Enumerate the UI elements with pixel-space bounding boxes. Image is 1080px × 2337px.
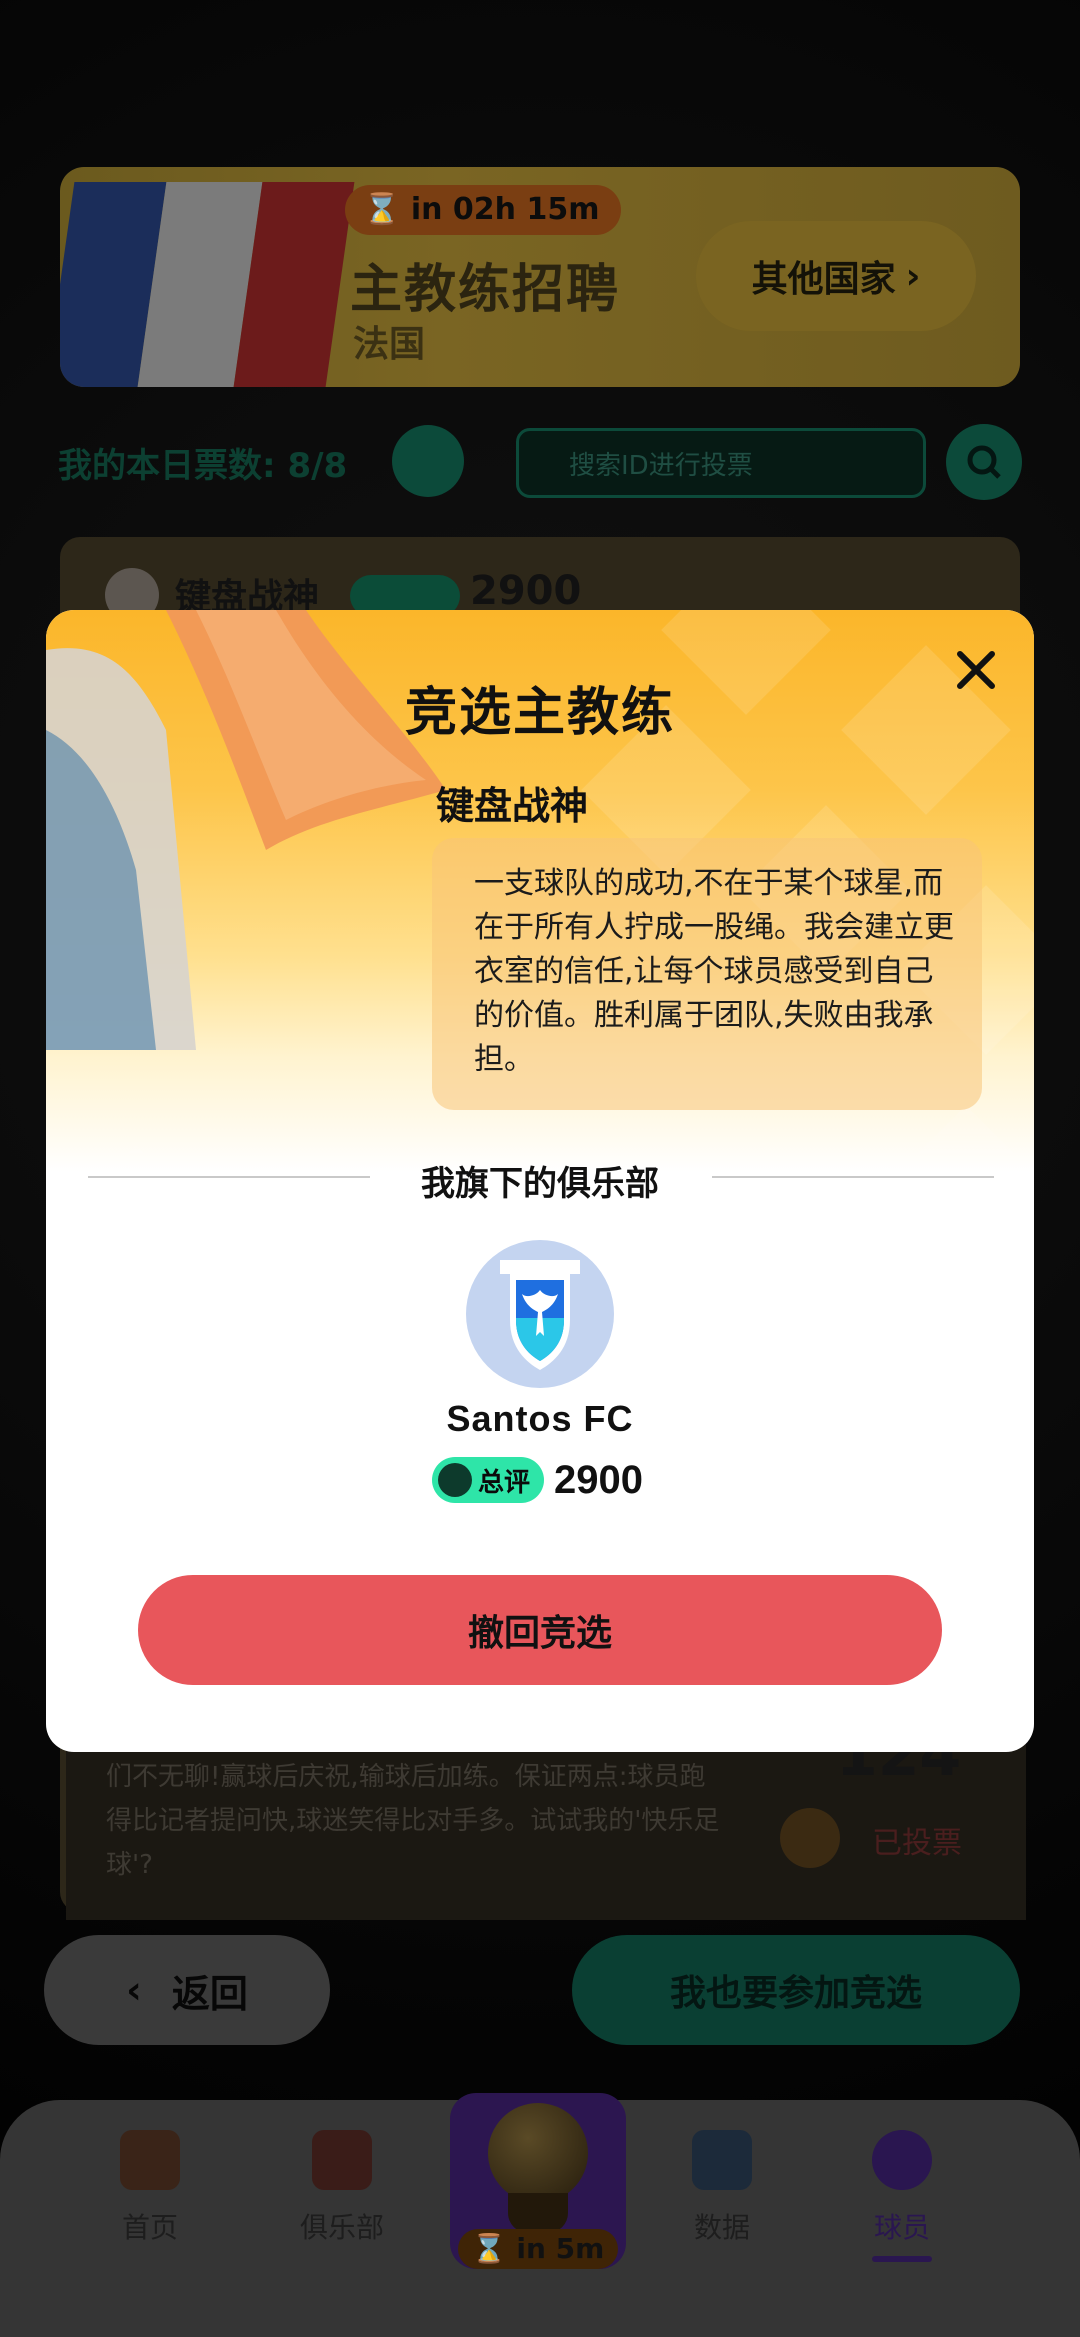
daily-votes-label: 我的本日票数: (58, 446, 276, 486)
club-badge (466, 1240, 614, 1388)
cup-icon (508, 2193, 568, 2233)
voted-icon (780, 1808, 840, 1868)
back-label: 返回 (171, 1971, 248, 2016)
manifesto-text: 一支球队的成功,不在于某个球星,而在于所有人拧成一股绳。我会建立更衣室的信任,让… (474, 866, 954, 1077)
tab-home-label: 首页 (121, 2211, 178, 2244)
tab-player[interactable]: 球员 (832, 2130, 972, 2262)
other-countries-label: 其他国家 (751, 259, 896, 300)
banner-country: 法国 (353, 324, 426, 365)
coach-name: 键盘战神 (436, 784, 589, 828)
club-rating: 总评 2900 (432, 1456, 643, 1504)
rating-label: 总评 (478, 1467, 531, 1498)
chevron-right-icon: › (905, 255, 921, 297)
daily-votes: 我的本日票数: 8/8 (58, 438, 347, 487)
withdraw-candidacy-button[interactable]: 撤回竞选 (138, 1575, 942, 1685)
countdown-text: in 02h 15m (410, 192, 600, 227)
tab-club[interactable]: 俱乐部 (272, 2130, 412, 2246)
countdown-pill: ⌛ in 02h 15m (345, 185, 622, 235)
coach-portrait (106, 805, 416, 1190)
candidate-score: 2900 (470, 568, 582, 614)
search-id-input[interactable]: 搜索ID进行投票 (516, 428, 926, 498)
football-trophy-icon (488, 2103, 588, 2203)
modal-title: 竞选主教练 (404, 683, 675, 743)
ballot-icon[interactable] (392, 425, 464, 497)
tab-player-label: 球员 (873, 2211, 930, 2244)
france-flag-image (60, 182, 355, 387)
tab-club-label: 俱乐部 (299, 2211, 384, 2244)
tab-home[interactable]: 首页 (80, 2130, 220, 2246)
hourglass-icon: ⌛ (363, 192, 401, 227)
voted-label: 已投票 (872, 1826, 962, 1861)
run-for-coach-modal: 竞选主教练 键盘战神 一支球队的成功,不在于某个球星,而在于所有人拧成一股绳。我… (46, 610, 1034, 1752)
search-button[interactable] (946, 424, 1022, 500)
search-icon (967, 445, 1001, 479)
eagle-crest-icon (500, 1260, 580, 1370)
football-icon (438, 1463, 472, 1497)
other-countries-button[interactable]: 其他国家 › (696, 221, 976, 331)
active-tab-indicator (872, 2256, 932, 2262)
trophy-countdown: ⌛ in 5m (458, 2229, 618, 2269)
club-icon (312, 2130, 372, 2190)
chevron-left-icon: ‹ (126, 1968, 142, 2012)
rating-badge: 总评 (432, 1457, 545, 1503)
chart-icon (692, 2130, 752, 2190)
back-button[interactable]: ‹ 返回 (44, 1935, 330, 2045)
daily-votes-value: 8/8 (287, 446, 348, 486)
candidate-statement: 们不无聊!赢球后庆祝,输球后加练。保证两点:球员跑得比记者提问快,球迷笑得比对手… (106, 1762, 720, 1880)
tab-data[interactable]: 数据 (652, 2130, 792, 2246)
banner-title: 主教练招聘 (350, 260, 621, 320)
tab-data-label: 数据 (693, 2211, 750, 2244)
rating-score: 2900 (554, 1457, 643, 1502)
recruitment-banner: ⌛ in 02h 15m 主教练招聘 法国 其他国家 › (60, 167, 1020, 387)
home-icon (120, 2130, 180, 2190)
join-election-button[interactable]: 我也要参加竞选 (572, 1935, 1020, 2045)
divider (712, 1176, 994, 1178)
club-name: Santos FC (446, 1398, 634, 1439)
player-icon (872, 2130, 932, 2190)
my-clubs-heading: 我旗下的俱乐部 (421, 1164, 659, 1204)
tab-trophy[interactable]: ⌛ in 5m (450, 2093, 626, 2269)
